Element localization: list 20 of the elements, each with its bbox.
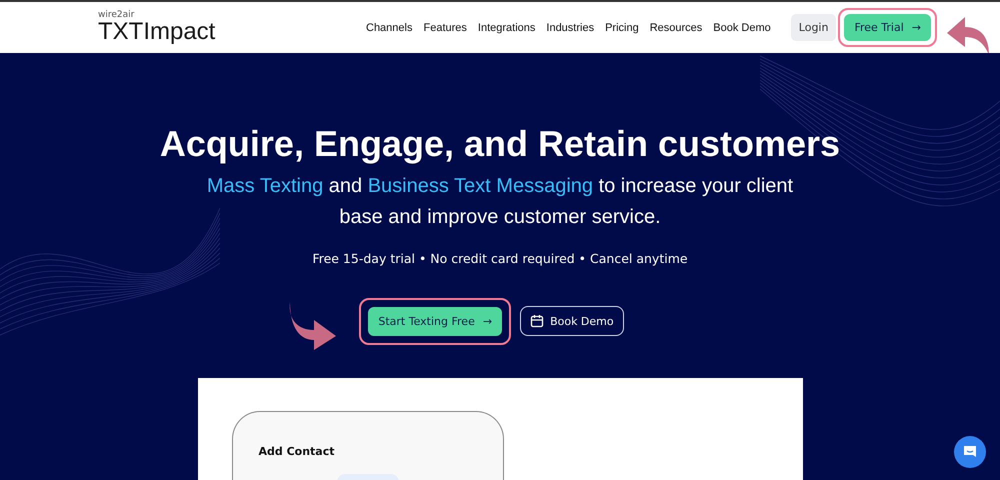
nav-link[interactable]: Pricing [605, 22, 639, 34]
chat-button[interactable] [954, 436, 986, 468]
start-texting-button[interactable]: Start Texting Free → [368, 306, 502, 336]
nav-link[interactable]: Channels [366, 22, 412, 34]
trial-note: Free 15-day trial • No credit card required • Cancel anytime [312, 251, 688, 266]
book-demo-button[interactable]: Book Demo [520, 306, 624, 336]
nav-link[interactable]: Book Demo [713, 22, 771, 34]
free-trial-button[interactable]: Free Trial → [844, 14, 932, 41]
nav-link[interactable]: Features [423, 22, 467, 34]
card-title: Add Contact [258, 445, 335, 458]
logo[interactable]: TXTImpact [98, 20, 356, 44]
chat-icon [962, 444, 978, 460]
nav-link[interactable]: Resources [650, 22, 702, 34]
calendar-icon [530, 314, 544, 328]
login-button[interactable]: Login [790, 14, 836, 41]
brand-tagline: wire2air [98, 11, 136, 20]
hero-subtitle: Mass Texting and Business Text Messaging to increase your client base and improve customer service. [206, 174, 794, 230]
hero-headline: Acquire, Engage, and Retain customers [160, 123, 840, 165]
nav-link[interactable]: Integrations [478, 22, 536, 34]
nav-link[interactable]: Industries [546, 22, 594, 34]
